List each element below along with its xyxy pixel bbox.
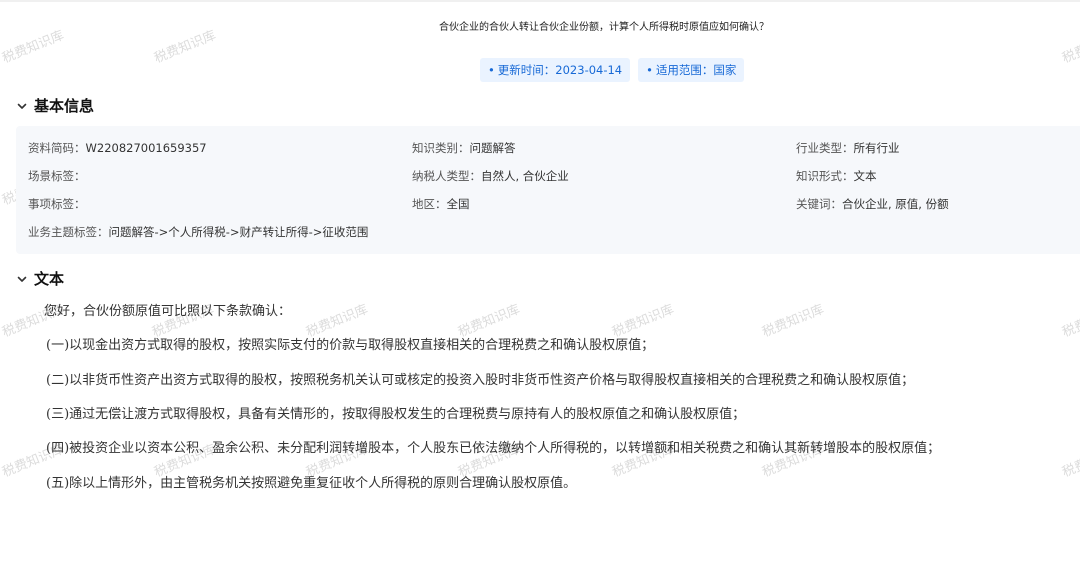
text-section-heading: 文本 xyxy=(34,270,65,288)
top-divider xyxy=(0,0,1080,2)
info-field: 场景标签： xyxy=(28,168,86,184)
dot-icon: • xyxy=(646,63,653,77)
field-label: 业务主题标签： xyxy=(28,225,109,239)
text-paragraph: (一)以现金出资方式取得的股权，按照实际支付的价款与取得股权直接相关的合理税费之… xyxy=(46,338,655,353)
update-time-text: 更新时间：2023-04-14 xyxy=(497,63,623,77)
field-value: 问题解答->个人所得税->财产转让所得->征收范围 xyxy=(108,225,369,239)
info-field: 业务主题标签：问题解答->个人所得税->财产转让所得->征收范围 xyxy=(28,224,368,240)
scope-text: 适用范围：国家 xyxy=(655,63,737,77)
text-section-toggle[interactable]: 文本 xyxy=(16,268,64,289)
field-value: W220827001659357 xyxy=(85,141,207,155)
field-label: 行业类型： xyxy=(796,141,854,155)
update-time-tag: • 更新时间：2023-04-14 xyxy=(480,58,631,82)
field-label: 事项标签： xyxy=(28,197,86,211)
field-value: 问题解答 xyxy=(469,141,516,155)
meta-tags: • 更新时间：2023-04-14 • 适用范围：国家 xyxy=(480,58,745,82)
text-paragraph: (二)以非货币性资产出资方式取得的股权，按照税务机关认可或核定的投资入股时非货币… xyxy=(46,373,915,388)
basic-info-heading: 基本信息 xyxy=(34,97,95,115)
info-field: 知识形式：文本 xyxy=(796,168,877,184)
watermark: 税费知识库 xyxy=(760,302,827,341)
watermark: 税费知识库 xyxy=(1060,442,1080,481)
dot-icon: • xyxy=(488,63,495,77)
field-value: 全国 xyxy=(446,197,470,211)
text-paragraph: (五)除以上情形外，由主管税务机关按照避免重复征收个人所得税的原则合理确认股权原… xyxy=(46,476,577,491)
watermark: 税费知识库 xyxy=(1060,302,1080,341)
info-field: 事项标签： xyxy=(28,196,86,212)
field-label: 地区： xyxy=(412,197,447,211)
field-value: 所有行业 xyxy=(853,141,900,155)
field-label: 知识类别： xyxy=(412,141,470,155)
field-label: 资料简码： xyxy=(28,141,86,155)
chevron-down-icon xyxy=(17,276,27,282)
field-label: 知识形式： xyxy=(796,169,854,183)
field-value: 文本 xyxy=(853,169,877,183)
basic-info-panel: 资料简码：W220827001659357 知识类别：问题解答 行业类型：所有行… xyxy=(16,126,1080,254)
info-field: 地区：全国 xyxy=(412,196,470,212)
basic-info-toggle[interactable]: 基本信息 xyxy=(16,95,94,116)
info-field: 资料简码：W220827001659357 xyxy=(28,140,207,156)
field-label: 场景标签： xyxy=(28,169,86,183)
field-label: 关键词： xyxy=(796,197,842,211)
info-field: 纳税人类型：自然人, 合伙企业 xyxy=(412,168,569,184)
text-paragraph: 您好，合伙份额原值可比照以下条款确认： xyxy=(44,304,292,319)
text-paragraph: (四)被投资企业以资本公积、盈余公积、未分配利润转增股本，个人股东已依法缴纳个人… xyxy=(46,441,941,456)
chevron-down-icon xyxy=(17,103,27,109)
info-field: 关键词：合伙企业, 原值, 份额 xyxy=(796,196,949,212)
field-label: 纳税人类型： xyxy=(412,169,481,183)
scope-tag: • 适用范围：国家 xyxy=(638,58,745,82)
text-paragraph: (三)通过无偿让渡方式取得股权，具备有关情形的，按取得股权发生的合理税费与原持有… xyxy=(46,407,746,422)
page-title: 合伙企业的合伙人转让合伙企业份额，计算个人所得税时原值应如何确认？ xyxy=(439,22,769,33)
field-value: 自然人, 合伙企业 xyxy=(481,169,569,183)
field-value: 合伙企业, 原值, 份额 xyxy=(842,197,949,211)
info-field: 知识类别：问题解答 xyxy=(412,140,516,156)
info-field: 行业类型：所有行业 xyxy=(796,140,900,156)
